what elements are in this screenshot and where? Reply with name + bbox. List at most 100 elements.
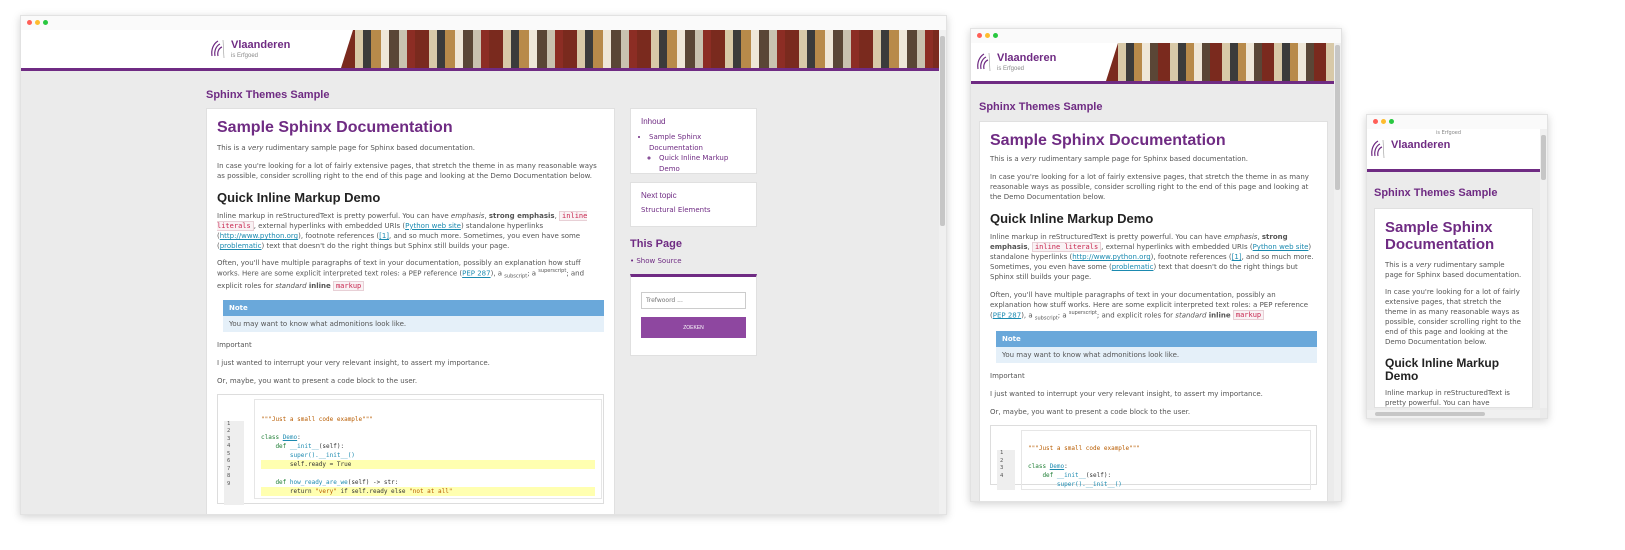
minimize-dot-icon[interactable] bbox=[985, 33, 990, 38]
intro-paragraph: This is a very rudimentary sample page f… bbox=[1385, 260, 1522, 279]
section-heading: Quick Inline Markup Demo bbox=[1385, 355, 1500, 384]
line-numbers: 1234 bbox=[997, 450, 1015, 491]
paragraph-5: I just wanted to interrupt your very rel… bbox=[990, 389, 1263, 398]
scrollbar-thumb[interactable] bbox=[940, 36, 945, 226]
brand-logo[interactable]: Vlaanderen is Erfgoed bbox=[975, 43, 1056, 81]
brand-logo[interactable]: Vlaanderen bbox=[1369, 129, 1450, 169]
header-photo bbox=[1106, 43, 1341, 81]
toc-item-sample[interactable]: Sample Sphinx Documentation Quick Inline… bbox=[649, 132, 746, 174]
main-content: Sample Sphinx Documentation This is a ve… bbox=[979, 121, 1328, 501]
main-content: Sample Sphinx Documentation This is a ve… bbox=[206, 108, 615, 514]
brand-name: Vlaanderen bbox=[231, 39, 291, 51]
site-title[interactable]: Sphinx Themes Sample bbox=[206, 89, 329, 101]
brand-subtitle: is Erfgoed bbox=[231, 53, 259, 59]
toc-title: Inhoud bbox=[641, 117, 666, 126]
brand-logo[interactable]: Vlaanderen is Erfgoed bbox=[209, 30, 290, 68]
horizontal-scrollbar[interactable] bbox=[1367, 410, 1540, 418]
site-header: is Erfgoed Vlaanderen bbox=[1367, 129, 1547, 172]
page-title: Sample Sphinx Documentation bbox=[217, 119, 453, 136]
vertical-scrollbar[interactable] bbox=[1334, 43, 1341, 501]
title-bar bbox=[1367, 115, 1547, 129]
toc-list: Sample Sphinx Documentation Quick Inline… bbox=[641, 132, 746, 174]
note-title: Note bbox=[996, 330, 1317, 347]
vertical-scrollbar[interactable] bbox=[939, 30, 946, 514]
code-content: """Just a small code example""" class De… bbox=[254, 398, 602, 499]
note-body: You may want to know what admonitions lo… bbox=[1002, 350, 1180, 359]
page-title: Sample Sphinx Documentation bbox=[990, 132, 1226, 149]
title-bar bbox=[971, 29, 1341, 43]
paragraph-3: Inline markup in reStructuredText is pre… bbox=[217, 210, 588, 251]
paragraph-3: Inline markup in reStructuredText is pre… bbox=[990, 232, 1314, 282]
note-body: You may want to know what admonitions lo… bbox=[229, 319, 407, 328]
next-topic-link[interactable]: Structural Elements bbox=[641, 206, 746, 214]
paragraph-2: In case you're looking for a lot of fair… bbox=[1385, 287, 1521, 347]
show-source-link[interactable]: • Show Source bbox=[630, 257, 682, 265]
scrollbar-thumb[interactable] bbox=[1541, 135, 1546, 180]
site-title[interactable]: Sphinx Themes Sample bbox=[979, 101, 1102, 113]
python-url-link[interactable]: http://www.python.org bbox=[220, 232, 298, 240]
close-dot-icon[interactable] bbox=[27, 20, 32, 25]
lion-icon bbox=[211, 39, 225, 59]
paragraph-6: Or, maybe, you want to present a code bl… bbox=[990, 408, 1191, 417]
paragraph-4: Often, you'll have multiple paragraphs o… bbox=[217, 259, 585, 292]
lion-icon bbox=[977, 52, 991, 72]
horizontal-scrollbar-thumb[interactable] bbox=[1375, 412, 1485, 416]
search-input[interactable] bbox=[641, 292, 746, 309]
problematic-link[interactable]: problematic bbox=[1112, 263, 1154, 271]
title-bar bbox=[21, 16, 946, 30]
paragraph-5: I just wanted to interrupt your very rel… bbox=[217, 358, 490, 367]
paragraph-2: In case you're looking for a lot of fair… bbox=[217, 161, 597, 180]
site-header: Vlaanderen is Erfgoed bbox=[971, 43, 1341, 84]
important-label: Important bbox=[217, 340, 252, 349]
toc-box: Inhoud Sample Sphinx Documentation Quick… bbox=[630, 108, 757, 174]
phone-preview-window: is Erfgoed Vlaanderen Sphinx Themes Samp… bbox=[1366, 114, 1548, 419]
intro-paragraph: This is a very rudimentary sample page f… bbox=[990, 155, 1249, 164]
maximize-dot-icon[interactable] bbox=[43, 20, 48, 25]
footnote-link[interactable]: [1] bbox=[1232, 253, 1242, 261]
section-heading: Quick Inline Markup Demo bbox=[217, 189, 381, 205]
paragraph-6: Or, maybe, you want to present a code bl… bbox=[217, 376, 418, 385]
note-admonition: Note You may want to know what admonitio… bbox=[223, 299, 604, 332]
note-title: Note bbox=[223, 299, 604, 316]
paragraph-2: In case you're looking for a lot of fair… bbox=[990, 172, 1309, 201]
python-link[interactable]: Python web site bbox=[405, 222, 461, 230]
important-label: Important bbox=[990, 371, 1025, 380]
close-dot-icon[interactable] bbox=[977, 33, 982, 38]
python-url-link[interactable]: http://www.python.org bbox=[1072, 253, 1150, 261]
paragraph-4: Often, you'll have multiple paragraphs o… bbox=[990, 290, 1309, 322]
maximize-dot-icon[interactable] bbox=[1389, 119, 1394, 124]
header-photo bbox=[341, 30, 943, 68]
minimize-dot-icon[interactable] bbox=[35, 20, 40, 25]
footnote-link[interactable]: [1] bbox=[379, 232, 389, 240]
toc-item-quick-inline[interactable]: Quick Inline Markup Demo bbox=[659, 153, 746, 174]
vertical-scrollbar[interactable] bbox=[1540, 129, 1547, 408]
brand-subtitle: is Erfgoed bbox=[997, 66, 1025, 72]
problematic-link[interactable]: problematic bbox=[220, 242, 262, 250]
site-title[interactable]: Sphinx Themes Sample bbox=[1374, 187, 1497, 199]
search-box: ZOEKEN bbox=[630, 274, 757, 356]
note-admonition: Note You may want to know what admonitio… bbox=[996, 330, 1317, 363]
scrollbar-thumb[interactable] bbox=[1335, 45, 1340, 190]
maximize-dot-icon[interactable] bbox=[993, 33, 998, 38]
brand-name: Vlaanderen bbox=[997, 52, 1057, 64]
brand-name: Vlaanderen bbox=[1391, 139, 1451, 151]
pep-link[interactable]: PEP 287 bbox=[462, 270, 490, 278]
lion-icon bbox=[1371, 139, 1385, 159]
python-link[interactable]: Python web site bbox=[1253, 243, 1309, 251]
this-page-heading: This Page bbox=[630, 238, 682, 250]
line-numbers: 123456789 bbox=[224, 420, 244, 505]
main-content: Sample Sphinx Documentation This is a ve… bbox=[1374, 208, 1533, 408]
next-topic-box: Next topic Structural Elements bbox=[630, 182, 757, 227]
paragraph-3: Inline markup in reStructuredText is pre… bbox=[1385, 389, 1510, 408]
site-header: Vlaanderen is Erfgoed bbox=[21, 30, 946, 71]
close-dot-icon[interactable] bbox=[1373, 119, 1378, 124]
tablet-preview-window: Vlaanderen is Erfgoed Sphinx Themes Samp… bbox=[970, 28, 1342, 502]
desktop-preview-window: Vlaanderen is Erfgoed Sphinx Themes Samp… bbox=[20, 15, 947, 515]
code-block: 123456789 """Just a small code example""… bbox=[217, 393, 604, 505]
code-content: """Just a small code example""" class De… bbox=[1021, 430, 1311, 491]
minimize-dot-icon[interactable] bbox=[1381, 119, 1386, 124]
section-heading: Quick Inline Markup Demo bbox=[990, 210, 1154, 226]
pep-link[interactable]: PEP 287 bbox=[993, 311, 1021, 319]
code-block: 1234 """Just a small code example""" cla… bbox=[990, 425, 1317, 491]
search-button[interactable]: ZOEKEN bbox=[641, 317, 746, 338]
